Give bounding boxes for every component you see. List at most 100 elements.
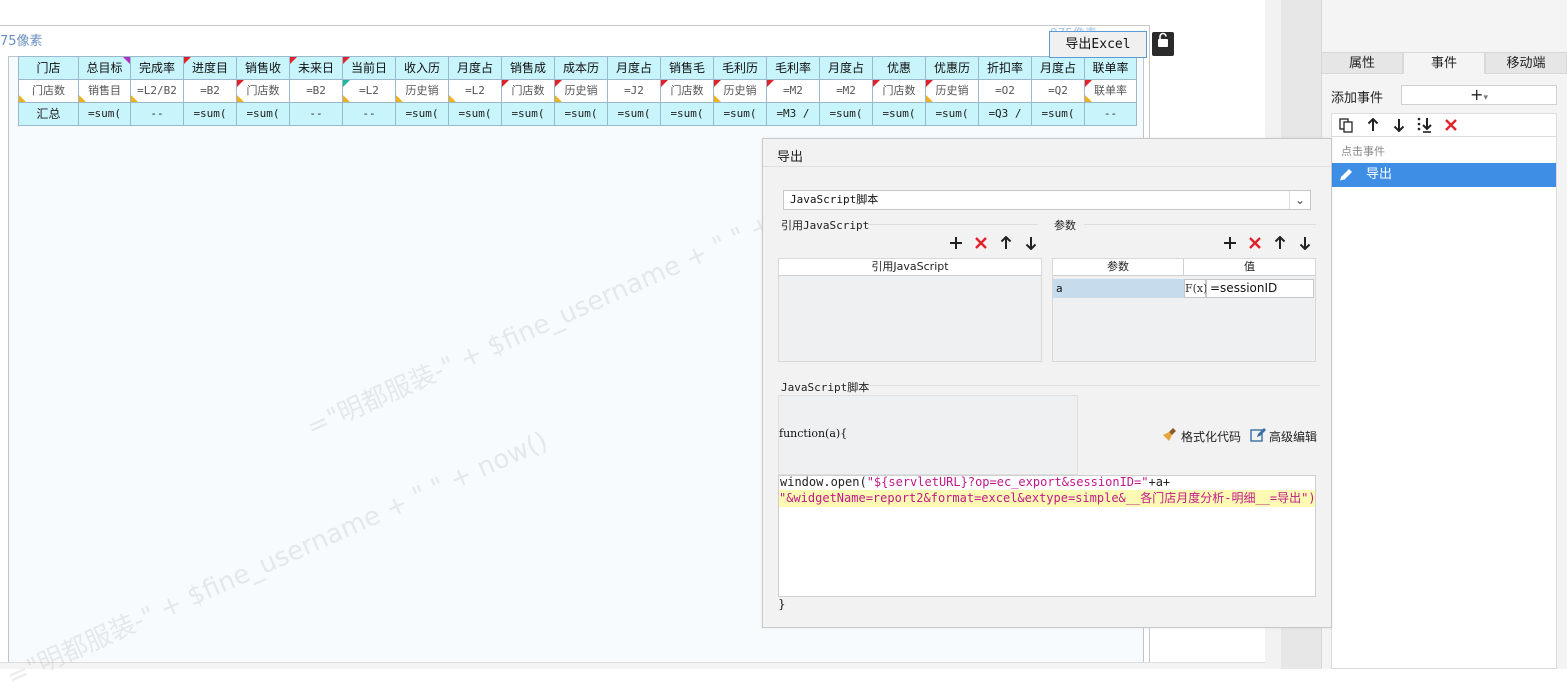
total-cell[interactable]: =sum( bbox=[925, 102, 979, 126]
arrow-down-icon[interactable] bbox=[1388, 115, 1409, 135]
total-cell[interactable]: -- bbox=[1084, 102, 1137, 126]
function-close-brace: } bbox=[778, 597, 786, 611]
detail-cell[interactable]: 历史销 bbox=[925, 79, 979, 103]
export-excel-button[interactable]: 导出Excel bbox=[1049, 31, 1147, 58]
arrow-up-icon[interactable] bbox=[1362, 115, 1383, 135]
header-cell[interactable]: 进度目 bbox=[183, 56, 237, 80]
header-cell[interactable]: 月度占 bbox=[1031, 56, 1085, 80]
detail-cell[interactable]: =Q2 bbox=[1031, 79, 1085, 103]
detail-cell[interactable]: =J2 bbox=[607, 79, 661, 103]
detail-cell[interactable]: =L2 bbox=[448, 79, 502, 103]
header-cell[interactable]: 当前日 bbox=[342, 56, 396, 80]
header-cell[interactable]: 优惠历 bbox=[925, 56, 979, 80]
tab-properties[interactable]: 属性 bbox=[1321, 52, 1403, 74]
delete-icon[interactable] bbox=[1247, 235, 1263, 251]
detail-cell[interactable]: 历史销 bbox=[554, 79, 608, 103]
arrow-down-icon[interactable] bbox=[1023, 235, 1039, 251]
header-cell[interactable]: 成本历 bbox=[554, 56, 608, 80]
detail-cell[interactable]: 门店数 bbox=[660, 79, 714, 103]
section-divider bbox=[1084, 224, 1316, 225]
add-event-dropdown[interactable]: +▾ bbox=[1401, 85, 1557, 105]
header-cell[interactable]: 总目标 bbox=[78, 56, 131, 80]
detail-cell[interactable]: 门店数 bbox=[236, 79, 290, 103]
ref-js-list[interactable]: 引用JavaScript bbox=[778, 258, 1042, 362]
tab-mobile[interactable]: 移动端 bbox=[1485, 52, 1567, 74]
header-cell[interactable]: 销售收 bbox=[236, 56, 290, 80]
arrow-down-icon[interactable] bbox=[1297, 235, 1313, 251]
header-cell[interactable]: 折扣率 bbox=[978, 56, 1032, 80]
total-cell[interactable]: =sum( bbox=[819, 102, 873, 126]
detail-cell[interactable]: 门店数 bbox=[872, 79, 926, 103]
total-cell[interactable]: =sum( bbox=[713, 102, 767, 126]
total-cell[interactable]: =sum( bbox=[183, 102, 237, 126]
header-cell[interactable]: 月度占 bbox=[819, 56, 873, 80]
total-cell[interactable]: =sum( bbox=[660, 102, 714, 126]
event-type-select[interactable]: JavaScript脚本 bbox=[783, 190, 1311, 210]
header-cell[interactable]: 月度占 bbox=[448, 56, 502, 80]
advanced-edit-label: 高级编辑 bbox=[1269, 430, 1318, 444]
formula-fx-button[interactable]: F(x) bbox=[1184, 279, 1207, 298]
delete-icon[interactable] bbox=[1440, 115, 1461, 135]
total-cell[interactable]: =sum( bbox=[78, 102, 131, 126]
chevron-down-icon[interactable]: ⌄ bbox=[1289, 191, 1310, 209]
total-cell[interactable]: =M3 / bbox=[766, 102, 820, 126]
total-cell[interactable]: =sum( bbox=[501, 102, 555, 126]
event-item-export[interactable]: 导出 bbox=[1332, 163, 1556, 187]
header-cell[interactable]: 销售成 bbox=[501, 56, 555, 80]
header-cell[interactable]: 月度占 bbox=[607, 56, 661, 80]
param-value-field[interactable]: =sessionID bbox=[1206, 279, 1314, 298]
detail-cell[interactable]: 联单率 bbox=[1084, 79, 1137, 103]
detail-cell[interactable]: =L2/B2 bbox=[130, 79, 184, 103]
header-cell[interactable]: 毛利历 bbox=[713, 56, 767, 80]
total-cell[interactable]: =sum( bbox=[395, 102, 449, 126]
arrow-up-icon[interactable] bbox=[998, 235, 1014, 251]
tab-events[interactable]: 事件 bbox=[1403, 52, 1485, 74]
detail-cell[interactable]: =M2 bbox=[766, 79, 820, 103]
header-cell[interactable]: 完成率 bbox=[130, 56, 184, 80]
header-cell[interactable]: 门店 bbox=[18, 56, 79, 80]
width-pixel-label: 75像素 bbox=[0, 34, 43, 49]
detail-cell[interactable]: =L2 bbox=[342, 79, 396, 103]
header-cell[interactable]: 收入历 bbox=[395, 56, 449, 80]
detail-cell[interactable]: 历史销 bbox=[713, 79, 767, 103]
edit-window-icon bbox=[1250, 427, 1266, 446]
total-cell[interactable]: -- bbox=[342, 102, 396, 126]
total-cell[interactable]: =sum( bbox=[554, 102, 608, 126]
detail-cell[interactable]: =M2 bbox=[819, 79, 873, 103]
detail-cell[interactable]: 门店数 bbox=[501, 79, 555, 103]
param-name-field[interactable]: a bbox=[1053, 279, 1184, 298]
plus-icon[interactable] bbox=[1222, 235, 1238, 251]
total-cell[interactable]: =sum( bbox=[236, 102, 290, 126]
header-cell[interactable]: 未来日 bbox=[289, 56, 343, 80]
param-value-header: 值 bbox=[1184, 259, 1315, 276]
detail-cell[interactable]: =B2 bbox=[183, 79, 237, 103]
header-cell[interactable]: 优惠 bbox=[872, 56, 926, 80]
total-cell[interactable]: -- bbox=[130, 102, 184, 126]
advanced-edit-button[interactable]: 高级编辑 bbox=[1250, 427, 1317, 446]
format-code-button[interactable]: 格式化代码 bbox=[1162, 427, 1241, 446]
params-table: 参数 值 bbox=[1052, 258, 1316, 362]
delete-icon[interactable] bbox=[973, 235, 989, 251]
total-cell[interactable]: =sum( bbox=[607, 102, 661, 126]
total-cell[interactable]: 汇总 bbox=[18, 102, 79, 126]
param-name-header: 参数 bbox=[1053, 259, 1184, 276]
detail-cell[interactable]: =B2 bbox=[289, 79, 343, 103]
detail-cell[interactable]: 销售目 bbox=[78, 79, 131, 103]
move-to-bottom-icon[interactable] bbox=[1414, 115, 1435, 135]
detail-cell[interactable]: =O2 bbox=[978, 79, 1032, 103]
header-cell[interactable]: 毛利率 bbox=[766, 56, 820, 80]
plus-icon[interactable] bbox=[948, 235, 964, 251]
header-cell[interactable]: 销售毛 bbox=[660, 56, 714, 80]
detail-cell[interactable]: 历史销 bbox=[395, 79, 449, 103]
total-cell[interactable]: =Q3 / bbox=[978, 102, 1032, 126]
total-cell[interactable]: =sum( bbox=[448, 102, 502, 126]
detail-cell[interactable]: 门店数 bbox=[18, 79, 79, 103]
arrow-up-icon[interactable] bbox=[1272, 235, 1288, 251]
copy-icon[interactable] bbox=[1336, 115, 1357, 135]
report-table[interactable]: 门店 总目标 完成率 进度目 销售收 未来日 当前日 收入历 月度占 销售成 成… bbox=[18, 56, 1137, 126]
total-cell[interactable]: =sum( bbox=[1031, 102, 1085, 126]
total-cell[interactable]: =sum( bbox=[872, 102, 926, 126]
header-cell[interactable]: 联单率 bbox=[1084, 56, 1137, 80]
total-cell[interactable]: -- bbox=[289, 102, 343, 126]
unlock-icon[interactable] bbox=[1152, 32, 1174, 56]
